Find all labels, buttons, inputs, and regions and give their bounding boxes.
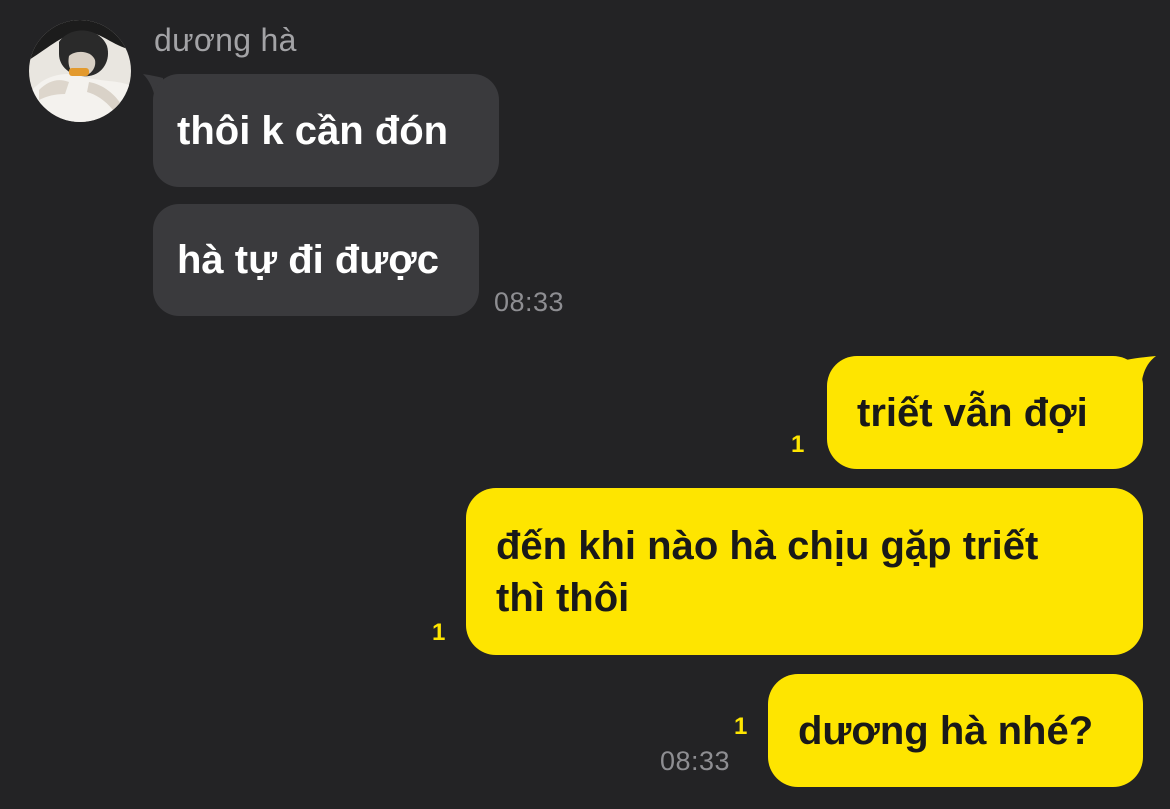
message-text: hà tự đi được bbox=[177, 238, 439, 282]
unread-count: 1 bbox=[791, 431, 805, 458]
sender-name: dương hà bbox=[154, 22, 297, 58]
incoming-message-bubble[interactable]: hà tự đi được bbox=[153, 204, 479, 316]
outgoing-message-bubble[interactable]: đến khi nào hà chịu gặp triết thì thôi bbox=[466, 488, 1143, 655]
message-timestamp: 08:33 bbox=[494, 287, 565, 317]
message-line: đến khi nào hà chịu gặp triết bbox=[496, 523, 1039, 568]
message-text: đến khi nào hà chịu gặp triết thì thôi bbox=[496, 520, 1038, 624]
message-text: thôi k cần đón bbox=[177, 108, 449, 153]
message-timestamp: 08:33 bbox=[660, 746, 731, 776]
message-text: triết vẫn đợi bbox=[857, 390, 1088, 435]
incoming-message-bubble[interactable]: thôi k cần đón bbox=[153, 74, 499, 187]
unread-count: 1 bbox=[432, 619, 446, 646]
outgoing-message-bubble[interactable]: triết vẫn đợi bbox=[827, 356, 1143, 469]
outgoing-message-bubble[interactable]: dương hà nhé? bbox=[768, 674, 1143, 787]
message-text: dương hà nhé? bbox=[798, 708, 1094, 753]
chat-screen: dương hà thôi k cần đón hà tự đi được 08… bbox=[0, 0, 1170, 809]
message-line: thì thôi bbox=[496, 575, 630, 620]
sender-avatar[interactable] bbox=[29, 20, 131, 122]
unread-count: 1 bbox=[734, 713, 748, 740]
avatar-photo-icon bbox=[29, 20, 131, 122]
